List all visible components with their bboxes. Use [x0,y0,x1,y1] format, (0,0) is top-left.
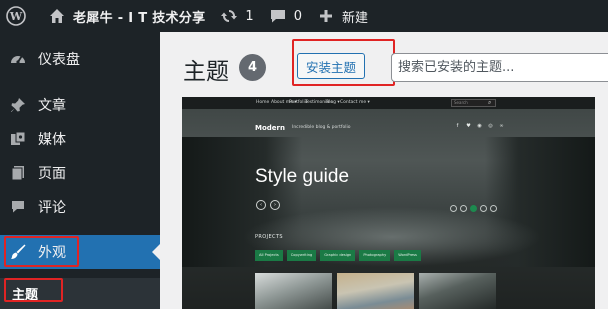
sidebar-item-label: 页面 [38,166,66,182]
admin-sidebar: 仪表盘 文章 媒体 页面 评论 外观 主题 [0,32,160,309]
facebook-icon: f [456,123,459,129]
twitter-icon: ♥ [466,123,471,129]
preview-tagline: Incredible blog & portfolio [292,125,351,130]
preview-search-icon: ⌕ [488,99,492,106]
preview-nav: Home About me ▾ Portfolio Testimonials B… [182,97,595,109]
preview-logo: Modern [255,124,285,132]
sidebar-item-posts[interactable]: 文章 [0,88,160,122]
slider-dot [460,205,467,212]
updates-count: 1 [245,8,254,24]
preview-nav-item: Blog ▾ [326,100,340,105]
sidebar-item-pages[interactable]: 页面 [0,156,160,190]
sidebar-item-comments[interactable]: 评论 [0,190,160,224]
sidebar-item-label: 评论 [38,200,66,216]
preview-nav-item: Home [256,100,270,105]
slider-dot [490,205,497,212]
active-menu-arrow [152,244,160,260]
sidebar-item-label: 仪表盘 [38,52,80,68]
slider-dot [450,205,457,212]
comment-icon [8,197,28,217]
link-icon: ∞ [499,123,504,129]
search-themes-input[interactable] [391,53,608,82]
preview-social-icons: f ♥ ◉ ◎ ∞ [454,123,505,130]
submenu-item-themes[interactable]: 主题 [12,284,38,303]
dashboard-icon [8,49,28,69]
theme-screenshot: Home About me ▾ Portfolio Testimonials B… [182,97,595,309]
pin-icon [8,95,28,115]
site-name: 老犀牛 - I T 技术分享 [73,10,206,26]
comments-menu[interactable]: 0 [261,0,309,32]
arrow-right-icon: › [270,200,280,210]
updates-icon [219,6,239,26]
preview-slider-arrows: ‹ › [256,200,280,210]
new-content-menu[interactable]: 新建 [309,0,375,32]
preview-nav-item: Contact me ▾ [340,100,370,105]
project-thumbnail [419,273,496,309]
arrow-left-icon: ‹ [256,200,266,210]
theme-count-badge: 4 [239,54,266,81]
wp-logo-menu[interactable]: W [0,0,40,32]
new-label: 新建 [341,10,368,26]
plus-icon [316,6,336,26]
preview-slider-dots [450,205,497,212]
sidebar-item-media[interactable]: 媒体 [0,122,160,156]
slider-dot [470,205,477,212]
preview-heading: Style guide [255,166,350,187]
preview-tags: All Projects Copywriting Graphic design … [255,250,421,261]
comment-icon [268,6,288,26]
comments-count: 0 [293,8,302,24]
updates-menu[interactable]: 1 [212,0,260,32]
site-name-menu[interactable]: 老犀牛 - I T 技术分享 [40,0,212,32]
sidebar-item-label: 外观 [38,245,66,261]
svg-text:W: W [9,10,23,23]
sidebar-item-appearance[interactable]: 外观 [0,235,160,269]
sidebar-item-label: 文章 [38,98,66,114]
preview-tag: WordPress [394,250,421,261]
preview-tag: Graphic design [320,250,356,261]
preview-tag: Copywriting [286,250,317,261]
slider-dot [480,205,487,212]
media-icon [8,129,28,149]
home-icon [47,6,67,26]
paintbrush-icon [8,242,28,262]
preview-section-label: PROJECTS [255,234,283,240]
page-title: 主题 [183,59,229,85]
preview-tag: Photography [359,250,391,261]
instagram-icon: ◉ [477,123,482,129]
preview-tag: All Projects [255,250,283,261]
sidebar-item-label: 媒体 [38,132,66,148]
appearance-submenu: 主题 [0,278,160,309]
wordpress-icon: W [6,6,26,26]
admin-bar: W 老犀牛 - I T 技术分享 1 0 新建 [0,0,608,32]
pinterest-icon: ◎ [488,123,493,129]
project-thumbnail [255,273,332,309]
page-icon [8,163,28,183]
project-thumbnail [337,273,414,309]
theme-card[interactable]: Home About me ▾ Portfolio Testimonials B… [182,97,595,309]
sidebar-item-dashboard[interactable]: 仪表盘 [0,42,160,76]
install-theme-button[interactable]: 安装主题 [297,53,365,79]
